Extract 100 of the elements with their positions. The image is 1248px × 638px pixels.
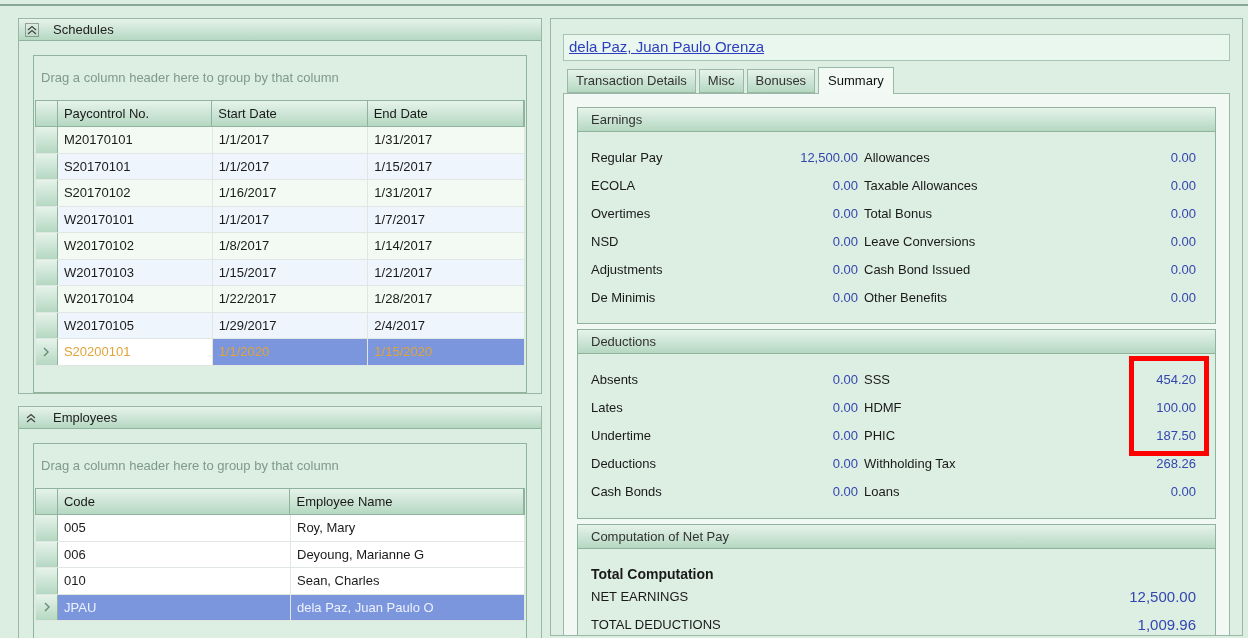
field-value: 0.00 xyxy=(1169,483,1196,502)
row-indicator[interactable] xyxy=(36,206,58,232)
group-title: Earnings xyxy=(591,110,643,129)
table-cell[interactable]: 1/7/2017 xyxy=(368,206,525,232)
field-value: 0.00 xyxy=(831,371,858,390)
field-label: HDMF xyxy=(864,399,903,418)
field-label: Withholding Tax xyxy=(864,455,957,474)
table-cell[interactable]: 1/29/2017 xyxy=(212,312,369,338)
column-header[interactable]: End Date xyxy=(367,101,524,126)
field-value: 0.00 xyxy=(1169,261,1196,280)
row-indicator[interactable] xyxy=(36,594,58,620)
row-indicator[interactable] xyxy=(36,180,58,206)
field-value: 0.00 xyxy=(1169,233,1196,252)
current-row-icon xyxy=(43,602,50,613)
table-cell[interactable]: 1/21/2017 xyxy=(368,259,525,285)
field-value: 0.00 xyxy=(831,233,858,252)
field-value: 0.00 xyxy=(831,427,858,446)
table-cell[interactable]: S20170102 xyxy=(57,180,213,206)
field-label: SSS xyxy=(864,371,891,390)
table-cell[interactable]: 006 xyxy=(58,541,291,567)
field-label: Taxable Allowances xyxy=(864,177,979,196)
field-label: Cash Bond Issued xyxy=(864,261,972,280)
table-cell[interactable]: 1/14/2017 xyxy=(368,233,525,259)
field-label: Overtimes xyxy=(591,205,652,224)
tab[interactable]: Transaction Details xyxy=(567,69,696,93)
field-label: NET EARNINGS xyxy=(591,588,690,607)
table-cell[interactable]: W20170102 xyxy=(57,233,213,259)
field-value: 187.50 xyxy=(1155,427,1196,446)
field-value: 0.00 xyxy=(831,261,858,280)
field-label: TOTAL DEDUCTIONS xyxy=(591,616,722,635)
table-cell[interactable]: 005 xyxy=(58,515,291,541)
table-cell[interactable]: 1/1/2017 xyxy=(212,153,369,179)
panel-title: Schedules xyxy=(53,20,114,39)
table-cell[interactable]: M20170101 xyxy=(57,127,213,153)
field-label: Undertime xyxy=(591,427,652,446)
field-value: 0.00 xyxy=(1169,149,1196,168)
table-cell[interactable]: W20170103 xyxy=(57,259,213,285)
table-cell[interactable]: 1/1/2017 xyxy=(212,206,369,232)
row-indicator[interactable] xyxy=(36,339,58,365)
row-indicator[interactable] xyxy=(36,127,58,153)
tab[interactable]: Misc xyxy=(698,69,744,93)
row-indicator[interactable] xyxy=(36,515,58,541)
table-cell[interactable]: Roy, Mary xyxy=(291,515,525,541)
group-hint: Drag a column header here to group by that column xyxy=(41,457,339,476)
table-cell[interactable]: W20170104 xyxy=(57,286,213,312)
table-cell[interactable]: S20170101 xyxy=(57,153,213,179)
collapse-icon[interactable] xyxy=(25,22,39,37)
collapse-icon[interactable] xyxy=(25,411,37,424)
field-value: 12,500.00 xyxy=(799,149,858,168)
table-cell[interactable]: 2/4/2017 xyxy=(368,312,525,338)
tab[interactable]: Bonuses xyxy=(746,69,816,93)
table-cell[interactable]: 1/15/2017 xyxy=(368,153,525,179)
table-cell[interactable]: Sean, Charles xyxy=(291,568,525,594)
table-cell[interactable]: W20170101 xyxy=(57,206,213,232)
field-label: Absents xyxy=(591,371,639,390)
row-indicator[interactable] xyxy=(36,233,58,259)
field-value: 0.00 xyxy=(1169,177,1196,196)
field-value: 1,009.96 xyxy=(1137,614,1196,635)
current-row-icon xyxy=(43,346,50,357)
employee-link[interactable]: dela Paz, Juan Paulo Orenza xyxy=(569,36,765,59)
field-label: Lates xyxy=(591,399,624,418)
field-value: 0.00 xyxy=(831,455,858,474)
field-label: Total Bonus xyxy=(864,205,933,224)
group-hint: Drag a column header here to group by that column xyxy=(41,69,339,88)
table-cell[interactable]: 1/8/2017 xyxy=(212,233,369,259)
table-cell[interactable]: 1/1/2017 xyxy=(212,127,369,153)
table-cell[interactable]: 1/16/2017 xyxy=(212,180,369,206)
column-header[interactable]: Paycontrol No. xyxy=(57,101,213,126)
row-indicator[interactable] xyxy=(36,286,58,312)
table-cell[interactable]: W20170105 xyxy=(57,312,213,338)
field-label: Regular Pay xyxy=(591,149,664,168)
table-cell[interactable]: 1/15/2017 xyxy=(212,259,369,285)
field-value: 454.20 xyxy=(1155,371,1196,390)
row-indicator[interactable] xyxy=(36,312,58,338)
tab[interactable]: Summary xyxy=(818,67,894,94)
table-cell[interactable]: 1/28/2017 xyxy=(368,286,525,312)
field-label: Adjustments xyxy=(591,261,664,280)
row-indicator[interactable] xyxy=(36,541,58,567)
field-label: Loans xyxy=(864,483,901,502)
field-label: Leave Conversions xyxy=(864,233,977,252)
table-cell[interactable]: 1/31/2017 xyxy=(368,127,525,153)
column-header[interactable]: Start Date xyxy=(212,101,368,126)
field-value: 100.00 xyxy=(1155,399,1196,418)
section-heading: Total Computation xyxy=(591,565,715,583)
table-cell[interactable]: 1/22/2017 xyxy=(212,286,369,312)
row-indicator[interactable] xyxy=(36,259,58,285)
table-cell[interactable]: 010 xyxy=(58,568,291,594)
group-title: Deductions xyxy=(591,332,657,351)
table-cell[interactable]: Deyoung, Marianne G xyxy=(291,541,525,567)
field-label: Other Benefits xyxy=(864,289,949,308)
field-value: 12,500.00 xyxy=(1129,586,1196,607)
table-cell[interactable]: 1/31/2017 xyxy=(368,180,525,206)
field-label: Deductions xyxy=(591,455,658,474)
field-label: PHIC xyxy=(864,427,897,446)
row-indicator[interactable] xyxy=(36,568,58,594)
column-header[interactable]: Code xyxy=(57,489,291,514)
column-header[interactable]: Employee Name xyxy=(290,489,524,514)
field-label: Allowances xyxy=(864,149,931,168)
field-value: 0.00 xyxy=(831,177,858,196)
row-indicator[interactable] xyxy=(36,153,58,179)
